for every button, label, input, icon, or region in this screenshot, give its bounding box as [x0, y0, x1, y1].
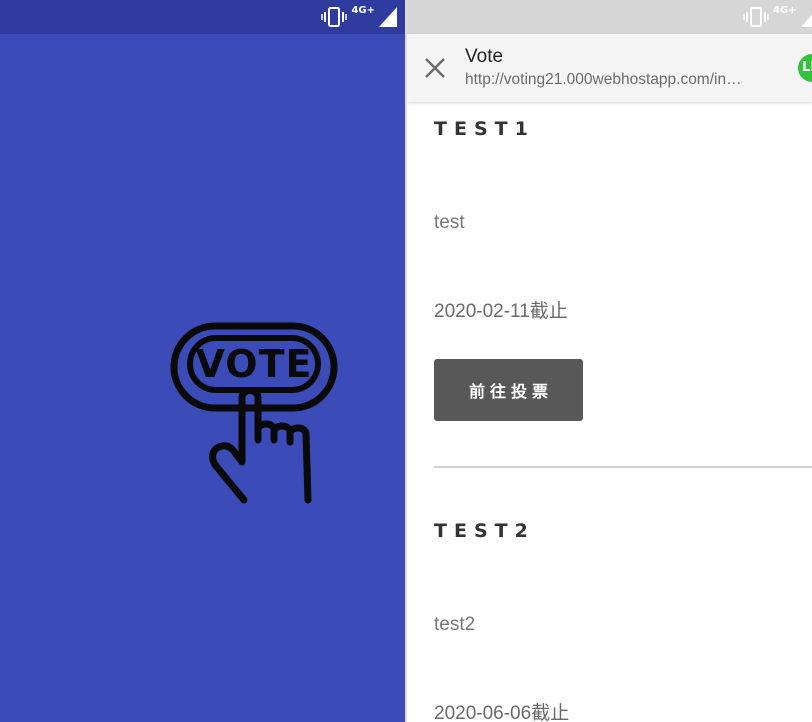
poll-list: TEST1 test 2020-02-11截止 前往投票 TEST2 test2… — [407, 102, 812, 722]
status-icons: 4G+ — [743, 6, 812, 28]
go-vote-button[interactable]: 前往投票 — [434, 359, 583, 421]
poll-title: TEST1 — [434, 118, 535, 140]
splash-screen: 4G+ VOTE — [0, 0, 405, 722]
vibrate-icon — [321, 7, 348, 27]
page-url: http://voting21.000webhostapp.com/in… — [465, 71, 742, 88]
vote-hand-logo-icon: VOTE — [170, 322, 338, 504]
svg-text:VOTE: VOTE — [196, 342, 313, 386]
poll-description: test2 — [434, 614, 476, 635]
poll-description: test — [434, 212, 465, 233]
network-type-label: 4G+ — [351, 5, 375, 16]
webview-screen: 4G+ Vote http://voting21.000webhostapp.c… — [407, 0, 812, 722]
network-type-label: 4G+ — [773, 5, 797, 16]
signal-icon — [379, 7, 397, 27]
poll-divider — [434, 466, 812, 468]
status-icons: 4G+ — [321, 6, 397, 28]
status-bar: 4G+ — [0, 0, 405, 34]
poll-title: TEST2 — [434, 520, 535, 542]
signal-icon — [800, 14, 812, 27]
close-icon[interactable] — [421, 54, 449, 82]
poll-deadline: 2020-06-06截止 — [434, 703, 570, 722]
line-app-icon[interactable]: LI — [798, 54, 812, 82]
page-title: Vote — [465, 46, 504, 67]
status-bar: 4G+ — [407, 0, 812, 34]
vibrate-icon — [743, 7, 769, 27]
poll-deadline: 2020-02-11截止 — [434, 301, 568, 322]
browser-toolbar: Vote http://voting21.000webhostapp.com/i… — [407, 34, 812, 102]
